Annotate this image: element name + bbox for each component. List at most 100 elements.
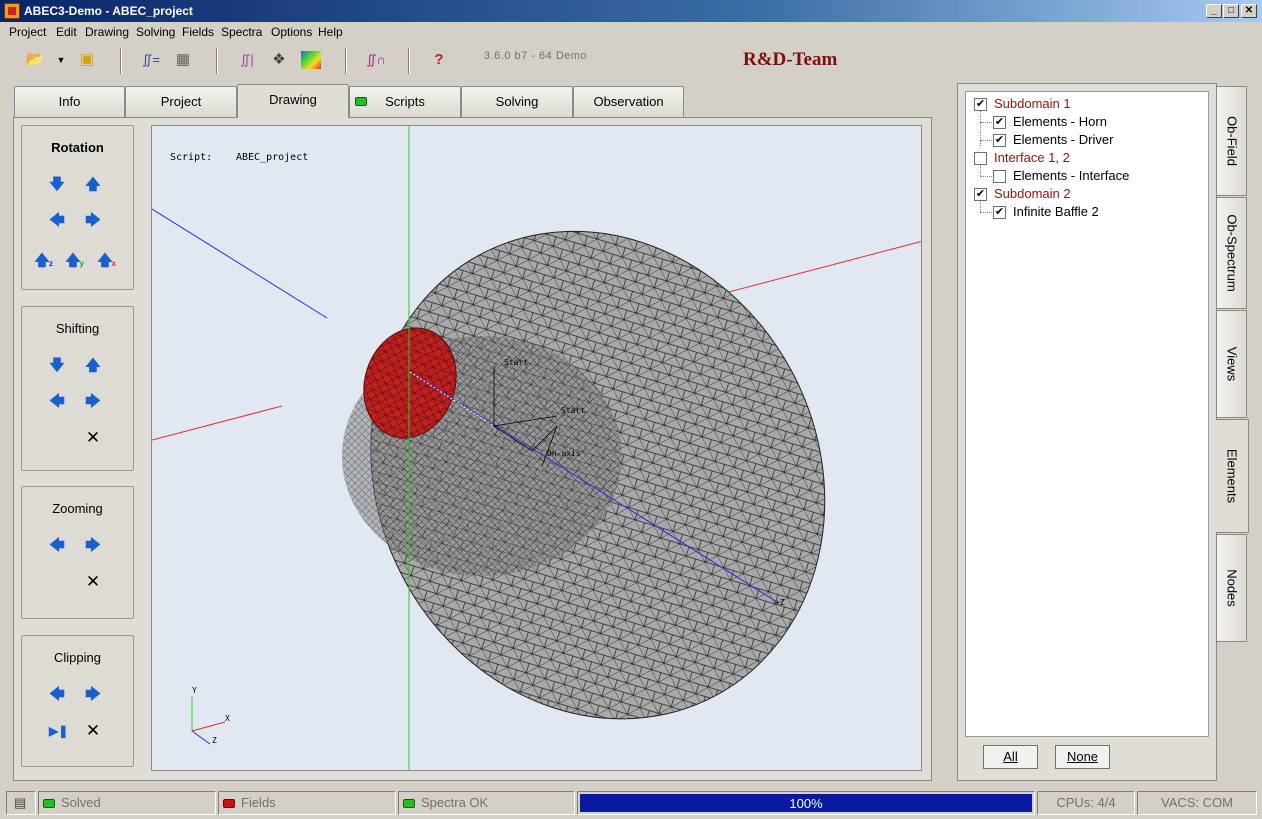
3d-viewport[interactable]: Script: ABEC_project Start Start Dn-axis… <box>151 125 922 771</box>
tab-solving[interactable]: Solving <box>461 86 573 117</box>
side-tab-ob-spectrum[interactable]: Ob-Spectrum <box>1217 197 1247 309</box>
maximize-button[interactable]: □ <box>1223 4 1239 18</box>
rotate-z-button[interactable]: 🡅 z <box>34 253 53 269</box>
tree-item-label: Elements - Driver <box>1013 132 1114 147</box>
tab-scripts[interactable]: Scripts <box>349 86 461 117</box>
shift-up-button[interactable]: 🡅 <box>85 358 101 374</box>
side-tab-label: Ob-Field <box>1224 116 1239 166</box>
green-led-icon <box>43 799 55 808</box>
elements-tree: ✔ Subdomain 1 ✔ Elements - Horn ✔ Elemen… <box>965 91 1209 737</box>
tree-line <box>980 176 992 177</box>
checkbox[interactable] <box>974 152 987 165</box>
select-none-button[interactable]: None <box>1055 745 1110 769</box>
tab-label: Info <box>58 94 81 109</box>
side-tab-ob-field[interactable]: Ob-Field <box>1217 86 1247 196</box>
clip-step-icon[interactable]: ▶❚ <box>49 723 68 739</box>
side-tab-label: Nodes <box>1224 569 1239 607</box>
menu-options[interactable]: Options <box>271 25 312 39</box>
side-tab-nodes[interactable]: Nodes <box>1217 534 1247 642</box>
menu-edit[interactable]: Edit <box>56 25 77 39</box>
side-tab-label: Elements <box>1224 448 1240 504</box>
toolbar-separator <box>216 48 218 74</box>
rotate-left-button[interactable]: 🡄 <box>49 213 65 229</box>
rotate-up-button[interactable]: 🡅 <box>85 177 101 193</box>
progress-bar: 100% <box>577 791 1035 815</box>
checkbox[interactable]: ✔ <box>974 98 987 111</box>
shift-down-button[interactable]: 🡇 <box>49 358 65 374</box>
menu-spectra[interactable]: Spectra <box>221 25 262 39</box>
select-all-button[interactable]: All <box>983 745 1038 769</box>
rotate-y-button[interactable]: 🡅 y <box>65 253 84 269</box>
app-icon <box>4 3 20 19</box>
help-icon[interactable]: ? <box>428 50 450 70</box>
shifting-title: Shifting <box>55 321 100 336</box>
dropdown-arrow-icon[interactable]: ▼ <box>50 50 72 70</box>
tab-observation[interactable]: Observation <box>573 86 684 117</box>
script-label: Script: <box>170 152 213 163</box>
console-icon[interactable]: ▤ <box>6 791 36 815</box>
tab-project[interactable]: Project <box>125 86 237 117</box>
clipping-group: Clipping 🡄 🡆 ▶❚ ✕ <box>21 635 134 767</box>
tree-line <box>980 200 981 212</box>
clip-left-button[interactable]: 🡄 <box>49 687 65 703</box>
status-spectra: Spectra OK <box>398 791 575 815</box>
zooming-group: Zooming 🡄 🡆 ✕ <box>21 486 134 619</box>
minimize-button[interactable]: _ <box>1206 4 1222 18</box>
menu-solving[interactable]: Solving <box>136 25 175 39</box>
tree-item-label: Subdomain 2 <box>994 186 1071 201</box>
wireframe-icon[interactable]: ❖ <box>268 50 290 70</box>
shift-right-button[interactable]: 🡆 <box>85 394 101 410</box>
tab-label: Observation <box>593 94 664 109</box>
zoom-in-button[interactable]: 🡆 <box>85 538 101 554</box>
zooming-title: Zooming <box>52 501 103 516</box>
tree-item-label: Elements - Horn <box>1013 114 1107 129</box>
title-bar: ABEC3-Demo - ABEC_project _ □ ✕ <box>0 0 1262 22</box>
save-project-icon[interactable]: ▣ <box>76 50 98 70</box>
tree-item-label: Interface 1, 2 <box>994 150 1070 165</box>
mesh-view <box>152 126 921 770</box>
menu-drawing[interactable]: Drawing <box>85 25 129 39</box>
checkbox[interactable]: ✔ <box>993 134 1006 147</box>
clipping-title: Clipping <box>54 650 101 665</box>
rotate-right-button[interactable]: 🡆 <box>85 213 101 229</box>
status-vacs-text: VACS: COM <box>1161 795 1233 810</box>
version-label: 3.6.0 b7 - 64 Demo <box>484 50 588 62</box>
axis-label: z <box>49 259 53 268</box>
spectrum-script-icon[interactable]: ∬∩ <box>365 50 387 70</box>
zoom-reset-icon[interactable]: ✕ <box>85 573 101 590</box>
clip-right-button[interactable]: 🡆 <box>85 687 101 703</box>
toolbar-separator <box>408 48 410 74</box>
shifting-group: Shifting 🡇 🡅 🡄 🡆 ✕ <box>21 306 134 471</box>
menu-help[interactable]: Help <box>318 25 343 39</box>
side-tab-elements[interactable]: Elements <box>1216 419 1249 533</box>
rotate-down-button[interactable]: 🡇 <box>49 177 65 193</box>
checkbox[interactable]: ✔ <box>993 206 1006 219</box>
checkbox[interactable]: ✔ <box>974 188 987 201</box>
checkbox[interactable]: ✔ <box>993 116 1006 129</box>
tab-label: Drawing <box>269 92 317 107</box>
shift-left-button[interactable]: 🡄 <box>49 394 65 410</box>
clip-reset-icon[interactable]: ✕ <box>85 722 101 739</box>
side-tab-views[interactable]: Views <box>1217 310 1247 418</box>
shift-reset-icon[interactable]: ✕ <box>85 429 101 446</box>
field-script-icon[interactable]: ∬| <box>236 50 258 70</box>
rotation-group: Rotation 🡇 🡅 🡄 🡆 🡅 z 🡅 y 🡅 x <box>21 125 134 290</box>
tab-info[interactable]: Info <box>14 86 125 117</box>
tree-item-label: Elements - Interface <box>1013 168 1130 183</box>
close-button[interactable]: ✕ <box>1241 4 1257 18</box>
color-map-icon[interactable] <box>301 51 321 69</box>
tree-line <box>980 164 981 176</box>
zoom-out-button[interactable]: 🡄 <box>49 538 65 554</box>
integrate-script-icon[interactable]: ∬= <box>140 50 162 70</box>
green-led-icon <box>403 799 415 808</box>
menu-fields[interactable]: Fields <box>182 25 214 39</box>
rotate-x-button[interactable]: 🡅 x <box>97 253 116 269</box>
open-folder-icon[interactable]: 📂 <box>24 50 46 70</box>
checkbox[interactable] <box>993 170 1006 183</box>
status-fields-text: Fields <box>241 795 276 810</box>
status-cpus-text: CPUs: 4/4 <box>1056 795 1116 810</box>
progress-text: 100% <box>789 796 823 811</box>
tab-drawing[interactable]: Drawing <box>237 84 349 118</box>
mesh-grid-icon[interactable]: ▦ <box>172 50 194 70</box>
menu-project[interactable]: Project <box>9 25 46 39</box>
